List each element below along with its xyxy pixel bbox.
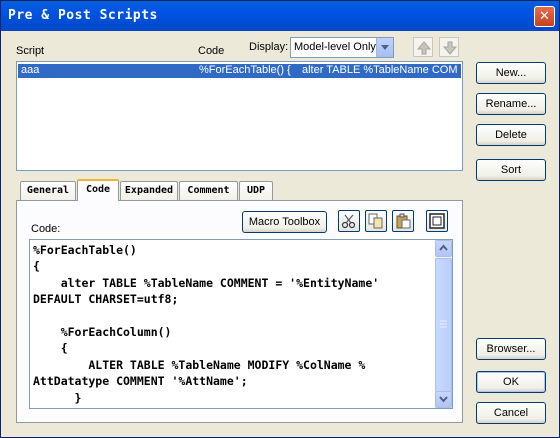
list-item[interactable]: aaa %ForEachTable() { alter TABLE %Table… xyxy=(18,64,461,78)
cancel-button[interactable]: Cancel xyxy=(476,402,546,424)
editor-scrollbar[interactable] xyxy=(435,240,452,408)
scrollbar-thumb[interactable] xyxy=(435,258,452,392)
script-name: aaa xyxy=(21,64,40,76)
sort-button[interactable]: Sort xyxy=(476,159,546,181)
delete-button[interactable]: Delete xyxy=(476,124,546,146)
move-down-icon xyxy=(442,41,458,55)
close-icon[interactable]: ✕ xyxy=(534,6,555,27)
tab-expanded[interactable]: Expanded xyxy=(120,181,178,200)
script-code-rest: alter TABLE %TableName COM xyxy=(302,64,458,76)
code-editor-label: Code: xyxy=(31,223,61,235)
script-column-label: Script xyxy=(16,45,45,57)
move-down-button[interactable] xyxy=(439,37,459,57)
new-button[interactable]: New... xyxy=(476,62,546,84)
chevron-down-icon[interactable] xyxy=(376,38,393,57)
expand-editor-button[interactable] xyxy=(426,210,448,232)
display-select[interactable]: Model-level Only xyxy=(290,37,394,58)
copy-button[interactable] xyxy=(365,210,387,232)
scroll-down-icon[interactable] xyxy=(435,391,452,408)
macro-toolbox-button[interactable]: Macro Toolbox xyxy=(242,211,327,233)
paste-button[interactable] xyxy=(392,210,414,232)
paste-icon xyxy=(396,213,411,229)
display-select-value: Model-level Only xyxy=(294,41,376,53)
cut-icon xyxy=(341,214,356,229)
tab-comment[interactable]: Comment xyxy=(179,181,238,200)
title-bar[interactable]: Pre & Post Scripts ✕ xyxy=(1,1,559,31)
browser-button[interactable]: Browser... xyxy=(476,338,546,360)
script-code-start: %ForEachTable() { xyxy=(199,64,291,76)
expand-editor-icon xyxy=(429,213,445,229)
display-label: Display: xyxy=(249,41,289,53)
code-text[interactable]: %ForEachTable() { alter TABLE %TableName… xyxy=(33,242,435,406)
ok-button[interactable]: OK xyxy=(476,371,546,393)
code-editor[interactable]: %ForEachTable() { alter TABLE %TableName… xyxy=(29,239,453,409)
tab-udp[interactable]: UDP xyxy=(239,181,273,200)
window-title: Pre & Post Scripts xyxy=(8,8,158,23)
scripts-list[interactable]: aaa %ForEachTable() { alter TABLE %Table… xyxy=(16,61,463,171)
scroll-up-icon[interactable] xyxy=(435,240,452,257)
dialog-window: Pre & Post Scripts ✕ Script Code Display… xyxy=(0,0,560,438)
tab-code[interactable]: Code xyxy=(77,179,119,201)
copy-icon xyxy=(368,213,383,229)
code-column-label: Code xyxy=(198,45,225,57)
cut-button[interactable] xyxy=(338,210,360,232)
rename-button[interactable]: Rename... xyxy=(476,93,546,115)
move-up-icon xyxy=(416,41,432,55)
tab-general[interactable]: General xyxy=(20,181,76,200)
move-up-button[interactable] xyxy=(413,37,433,57)
